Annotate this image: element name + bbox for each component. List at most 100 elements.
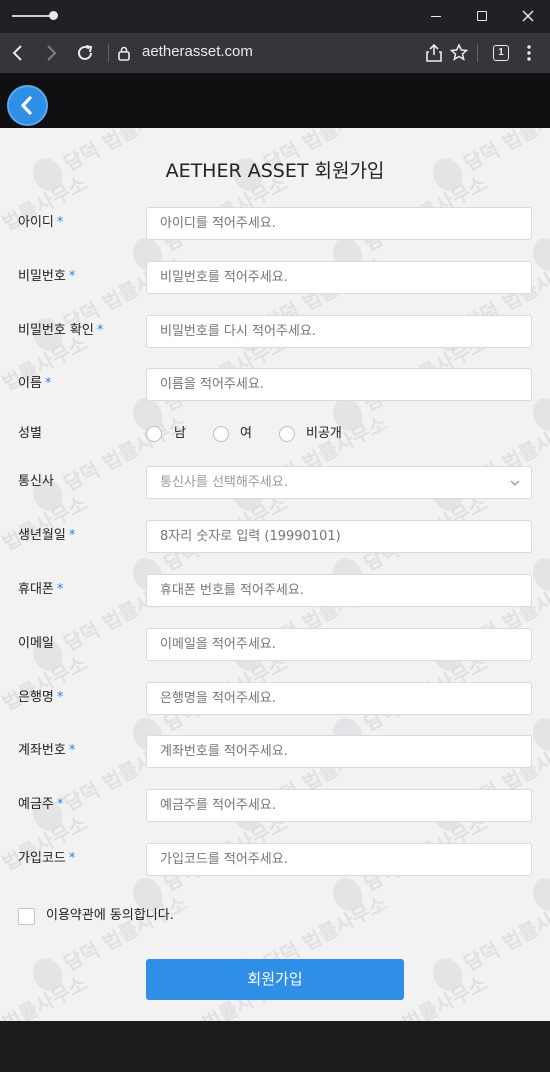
browser-toolbar: aetherasset.com 1 <box>0 33 550 73</box>
birthdate-input[interactable] <box>146 520 532 553</box>
terms-label[interactable]: 이용약관에 동의합니다. <box>46 907 174 925</box>
minimize-icon <box>431 16 441 17</box>
label-text: 아이디 <box>18 215 54 230</box>
carrier-select-placeholder: 통신사를 선택해주세요. <box>160 475 288 490</box>
password-input[interactable] <box>146 261 532 294</box>
label-text: 이름 <box>18 376 42 391</box>
account-holder-input[interactable] <box>146 789 532 822</box>
label-text: 계좌번호 <box>18 743 66 758</box>
bank-input[interactable] <box>146 682 532 715</box>
label-bank: 은행명 * <box>18 688 63 708</box>
label-username: 아이디 * <box>18 213 63 233</box>
password-confirm-input[interactable] <box>146 315 532 348</box>
label-text: 통신사 <box>18 474 54 489</box>
browser-menu-button[interactable] <box>518 42 540 64</box>
back-button[interactable] <box>7 85 48 126</box>
label-text: 비밀번호 <box>18 269 66 284</box>
label-text: 비밀번호 확인 <box>18 323 94 338</box>
label-text: 가입코드 <box>18 851 66 866</box>
watermark-mark: 담덕 법률사무소 <box>32 411 191 511</box>
browser-back-button[interactable] <box>7 42 29 64</box>
address-bar-url[interactable]: aetherasset.com <box>142 43 253 60</box>
tab-count: 1 <box>493 45 509 61</box>
label-phone: 휴대폰 * <box>18 580 63 600</box>
tab-switcher-button[interactable]: 1 <box>490 42 512 64</box>
gender-label-female: 여 <box>240 426 252 441</box>
browser-forward-button[interactable] <box>40 42 62 64</box>
username-input[interactable] <box>146 207 532 240</box>
required-mark: * <box>68 269 76 284</box>
chevron-down-icon <box>510 480 520 486</box>
label-text: 휴대폰 <box>18 582 54 597</box>
toolbar-divider <box>477 44 478 62</box>
chevron-left-icon <box>21 96 32 115</box>
label-account-holder: 예금주 * <box>18 795 63 815</box>
watermark-mark: 담덕 법률사무소 <box>0 971 91 1021</box>
label-text: 생년월일 <box>18 528 66 543</box>
toolbar-divider <box>108 44 109 62</box>
required-mark: * <box>56 690 64 705</box>
label-signup-code: 가입코드 * <box>18 849 75 869</box>
required-mark: * <box>96 323 104 338</box>
share-button[interactable] <box>423 42 445 64</box>
minimize-button[interactable] <box>426 6 446 26</box>
gender-label-private: 비공개 <box>306 426 342 441</box>
label-text: 예금주 <box>18 797 54 812</box>
window-slider-knob[interactable] <box>49 11 58 20</box>
signup-button[interactable]: 회원가입 <box>146 959 404 1000</box>
label-carrier: 통신사 <box>18 472 54 492</box>
required-mark: * <box>68 851 76 866</box>
signup-code-input[interactable] <box>146 843 532 876</box>
label-birthdate: 생년월일 * <box>18 526 75 546</box>
label-text: 은행명 <box>18 690 54 705</box>
carrier-select[interactable]: 통신사를 선택해주세요. <box>146 466 532 499</box>
required-mark: * <box>56 797 64 812</box>
window-title-bar <box>0 0 550 33</box>
watermark-mark: 담덕 법률사무소 <box>527 966 550 1021</box>
required-mark: * <box>56 582 64 597</box>
required-mark: * <box>44 376 52 391</box>
gender-radio-male[interactable] <box>146 426 162 442</box>
more-vertical-icon <box>527 45 531 61</box>
phone-input[interactable] <box>146 574 532 607</box>
label-email: 이메일 <box>18 634 54 654</box>
name-input[interactable] <box>146 368 532 401</box>
app-header <box>0 73 550 128</box>
watermark-mark: 담덕 법률사무소 <box>232 411 391 511</box>
email-input[interactable] <box>146 628 532 661</box>
label-account-number: 계좌번호 * <box>18 741 75 761</box>
bookmark-button[interactable] <box>448 42 470 64</box>
label-text: 성별 <box>18 426 42 441</box>
label-password-confirm: 비밀번호 확인 * <box>18 321 103 341</box>
label-gender: 성별 <box>18 424 42 444</box>
terms-checkbox[interactable] <box>18 908 35 925</box>
gender-radio-female[interactable] <box>213 426 229 442</box>
share-icon <box>426 43 442 62</box>
page-title: AETHER ASSET 회원가입 <box>165 160 385 182</box>
lock-icon[interactable] <box>117 45 131 61</box>
required-mark: * <box>56 215 64 230</box>
arrow-right-icon <box>47 45 57 61</box>
star-icon <box>449 43 469 61</box>
svg-text:담덕 법률사무소: 담덕 법률사무소 <box>460 891 550 976</box>
watermark-mark: 담덕 법률사무소 <box>432 411 550 511</box>
label-password: 비밀번호 * <box>18 267 75 287</box>
account-number-input[interactable] <box>146 735 532 768</box>
close-window-button[interactable] <box>518 6 538 26</box>
bottom-bar <box>0 1021 550 1072</box>
label-text: 이메일 <box>18 636 54 651</box>
label-name: 이름 * <box>18 374 51 394</box>
required-mark: * <box>68 528 76 543</box>
watermark-mark: 담덕 법률사무소 <box>432 891 550 991</box>
signup-page: 담덕 법률사무소담덕 법률사무소담덕 법률사무소담덕 법률사무소담덕 법률사무소… <box>0 128 550 1021</box>
window-slider-track[interactable] <box>12 15 54 17</box>
maximize-icon <box>477 11 487 21</box>
required-mark: * <box>68 743 76 758</box>
gender-label-male: 남 <box>174 426 186 441</box>
reload-button[interactable] <box>74 42 96 64</box>
svg-text:담덕 법률사무소: 담덕 법률사무소 <box>0 971 91 1021</box>
maximize-button[interactable] <box>472 6 492 26</box>
arrow-left-icon <box>12 45 22 61</box>
close-icon <box>522 10 534 22</box>
gender-radio-private[interactable] <box>279 426 295 442</box>
